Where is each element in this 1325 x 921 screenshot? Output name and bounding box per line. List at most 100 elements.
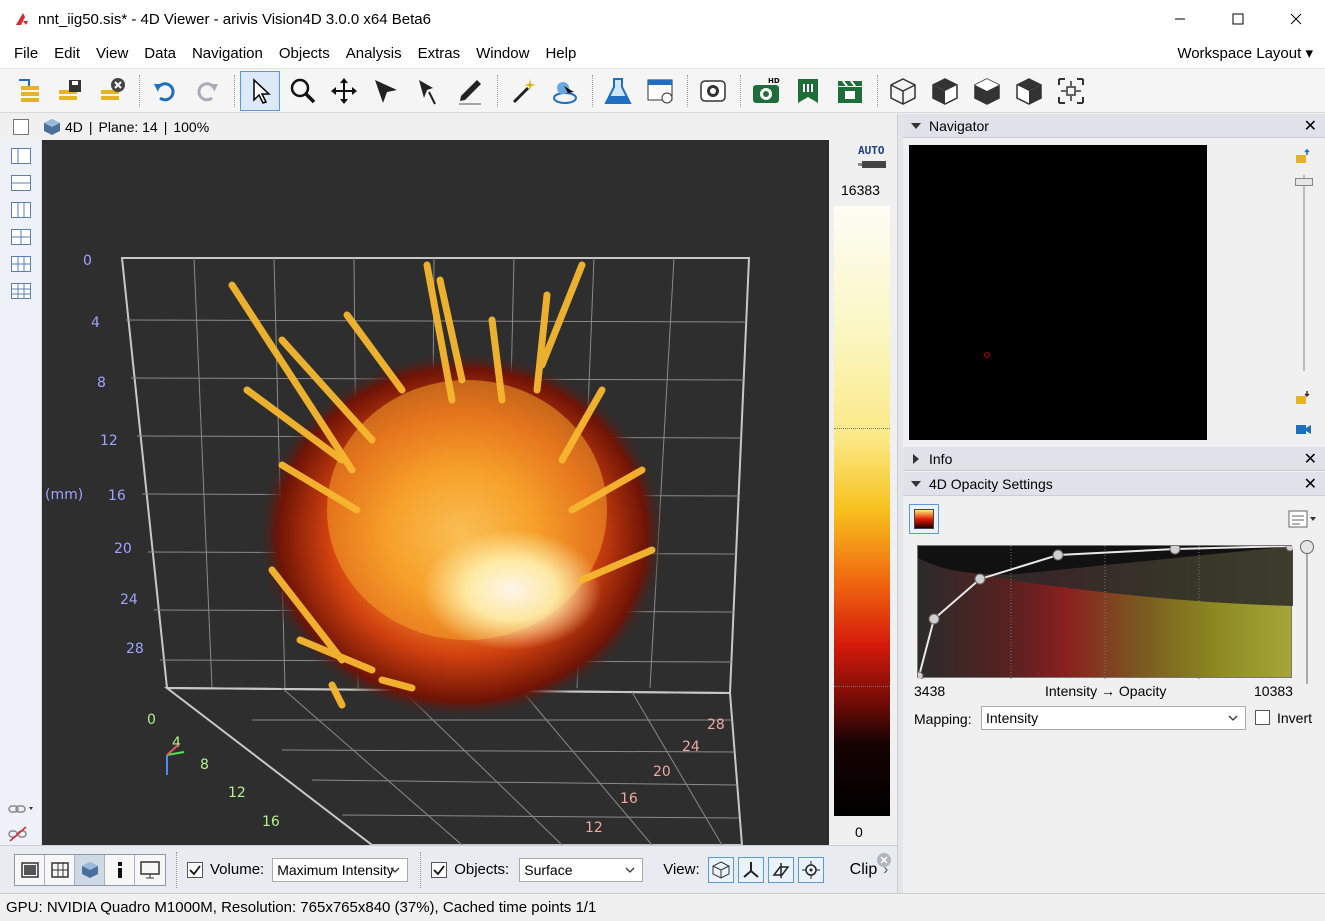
mapping-select[interactable]: Intensity: [981, 706, 1246, 730]
redo-icon: [197, 81, 218, 101]
panel-splitter[interactable]: [897, 114, 903, 893]
zoom-slider-track[interactable]: [1303, 175, 1305, 371]
view-info-button[interactable]: [105, 854, 135, 885]
unlink-button[interactable]: [8, 826, 28, 845]
objects-checkbox[interactable]: [431, 861, 448, 878]
draw-tool-button[interactable]: [450, 71, 490, 111]
navigator-header[interactable]: Navigator ✕: [903, 114, 1325, 138]
y-tick: 12: [100, 433, 118, 449]
menu-extras[interactable]: Extras: [410, 38, 469, 69]
colorbar-lower-marker[interactable]: [834, 686, 890, 687]
menu-file[interactable]: File: [6, 38, 46, 69]
zoom-slider-thumb[interactable]: [1295, 178, 1313, 186]
curve-point[interactable]: [914, 671, 924, 681]
bookmark-button[interactable]: [788, 71, 828, 111]
opacity-slider-thumb[interactable]: [1300, 540, 1314, 554]
zoom-tool-button[interactable]: [282, 71, 322, 111]
movie-button[interactable]: [830, 71, 870, 111]
volume-mode-select[interactable]: Maximum Intensity: [272, 857, 409, 882]
opacity-header[interactable]: 4D Opacity Settings ✕: [903, 472, 1325, 496]
cube-side-button[interactable]: [1009, 71, 1049, 111]
info-header[interactable]: Info ✕: [903, 447, 1325, 471]
curve-point[interactable]: [1285, 542, 1295, 552]
video-camera-icon[interactable]: [1295, 422, 1313, 436]
workspace-layout-dropdown[interactable]: Workspace Layout ▾: [1177, 38, 1313, 69]
toolbar-separator: [592, 74, 593, 107]
3d-viewport[interactable]: 0 4 8 12 16 20 24 28 (mm) 0 4 8 12 16 28…: [42, 140, 829, 845]
opacity-curve-graph[interactable]: [914, 542, 1295, 681]
navigator-close-button[interactable]: ✕: [1304, 116, 1317, 136]
select-tool-button[interactable]: [240, 70, 280, 111]
colorbar-upper-marker[interactable]: [834, 428, 890, 429]
maximize-button[interactable]: [1209, 0, 1267, 38]
auto-contrast-button[interactable]: AUTO: [858, 144, 885, 157]
save-file-button[interactable]: [50, 71, 90, 111]
layout-quad-button[interactable]: [11, 229, 31, 245]
layout-nine-button[interactable]: [11, 283, 31, 299]
toolbar-separator: [687, 74, 688, 107]
redo-button[interactable]: [187, 71, 227, 111]
zoom-out-icon[interactable]: [1295, 390, 1313, 406]
pointer-tool-button[interactable]: [366, 71, 406, 111]
undo-button[interactable]: [145, 71, 185, 111]
menu-data[interactable]: Data: [136, 38, 184, 69]
menu-analysis[interactable]: Analysis: [338, 38, 410, 69]
z-tick: 12: [585, 820, 603, 836]
layout-single-button[interactable]: [11, 148, 31, 164]
view-box-button[interactable]: [707, 856, 734, 883]
view-axes-button[interactable]: [737, 856, 764, 883]
curve-point[interactable]: [1169, 543, 1181, 555]
view-presentation-button[interactable]: [135, 854, 165, 885]
link-button[interactable]: [8, 802, 34, 818]
menu-window[interactable]: Window: [468, 38, 537, 69]
colorbar-gradient[interactable]: [834, 206, 890, 816]
clip-label[interactable]: Clip: [850, 861, 878, 879]
viewer-select-checkbox[interactable]: [13, 119, 29, 135]
snapshot-button[interactable]: [693, 71, 733, 111]
view-4d-button[interactable]: [75, 854, 105, 885]
box-view-button[interactable]: [883, 71, 923, 111]
layout-six-button[interactable]: [11, 256, 31, 272]
cube-top-button[interactable]: [967, 71, 1007, 111]
view-2d-button[interactable]: [15, 854, 45, 885]
cube-front-button[interactable]: [925, 71, 965, 111]
volume-checkbox[interactable]: [187, 861, 203, 878]
strip-close-button[interactable]: [876, 852, 892, 872]
view-gallery-button[interactable]: [45, 854, 75, 885]
invert-checkbox[interactable]: [1255, 710, 1270, 725]
opacity-slider-track[interactable]: [1306, 548, 1308, 684]
analysis-button[interactable]: [598, 71, 638, 111]
objects-mode-select[interactable]: Surface: [519, 857, 644, 882]
z-tick: 28: [707, 717, 725, 733]
menu-objects[interactable]: Objects: [271, 38, 338, 69]
magic-wand-button[interactable]: [503, 71, 543, 111]
colormap-button[interactable]: [909, 504, 939, 534]
navigator-canvas[interactable]: [909, 145, 1207, 440]
zoom-in-icon[interactable]: [1295, 149, 1313, 165]
opacity-options-button[interactable]: [1288, 510, 1318, 531]
close-file-button[interactable]: [92, 71, 132, 111]
x-tick: 0: [147, 712, 156, 728]
opacity-close-button[interactable]: ✕: [1304, 474, 1317, 494]
table-view-button[interactable]: [640, 71, 680, 111]
info-close-button[interactable]: ✕: [1304, 449, 1317, 469]
pick-tool-button[interactable]: [408, 71, 448, 111]
fit-view-button[interactable]: [1051, 71, 1091, 111]
hd-snapshot-button[interactable]: HD: [746, 71, 786, 111]
region-grow-button[interactable]: [545, 71, 585, 111]
menu-view[interactable]: View: [88, 38, 136, 69]
view-clip-plane-button[interactable]: [767, 856, 794, 883]
layout-horizontal-button[interactable]: [11, 175, 31, 191]
open-file-button[interactable]: [8, 71, 48, 111]
menu-navigation[interactable]: Navigation: [184, 38, 271, 69]
menu-help[interactable]: Help: [537, 38, 584, 69]
close-button[interactable]: [1267, 0, 1325, 38]
menu-edit[interactable]: Edit: [46, 38, 88, 69]
curve-point[interactable]: [974, 573, 986, 585]
minimize-button[interactable]: [1151, 0, 1209, 38]
view-center-button[interactable]: [797, 856, 824, 883]
curve-point[interactable]: [928, 613, 940, 625]
layout-columns-button[interactable]: [11, 202, 31, 218]
pan-tool-button[interactable]: [324, 71, 364, 111]
curve-point[interactable]: [1052, 549, 1064, 561]
